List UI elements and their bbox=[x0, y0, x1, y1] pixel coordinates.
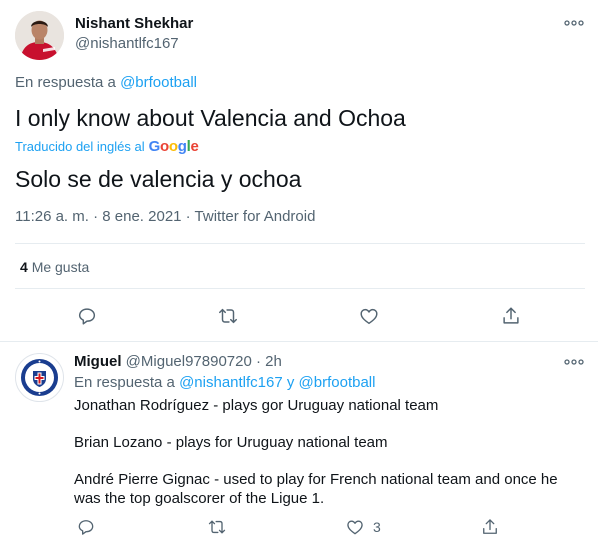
more-icon[interactable] bbox=[563, 15, 585, 31]
reply-context: En respuesta a @nishantlfc167 y @brfootb… bbox=[74, 374, 375, 391]
tweet-meta[interactable]: 11:26 a. m. · 8 ene. 2021 · Twitter for … bbox=[15, 208, 315, 225]
retweet-icon[interactable] bbox=[216, 304, 240, 328]
more-icon[interactable] bbox=[563, 354, 585, 370]
share-icon[interactable] bbox=[499, 304, 523, 328]
reply-header: Miguel @Miguel97890720 · 2h bbox=[74, 353, 282, 370]
translation-label: Traducido del inglés al bbox=[15, 139, 145, 154]
reply-paragraph: André Pierre Gignac - used to play for F… bbox=[74, 471, 558, 507]
author-name[interactable]: Miguel bbox=[74, 353, 122, 370]
reply-text: Jonathan Rodríguez - plays gor Uruguay n… bbox=[74, 396, 574, 508]
likes-summary[interactable]: 4 Me gusta bbox=[20, 259, 89, 275]
reply-paragraph: Jonathan Rodríguez - plays gor Uruguay n… bbox=[74, 397, 439, 414]
heart-icon[interactable] bbox=[343, 515, 367, 539]
likes-count: 4 bbox=[20, 259, 28, 275]
translated-text: Solo se de valencia y ochoa bbox=[15, 166, 302, 192]
main-tweet: Nishant Shekhar @nishantlfc167 En respue… bbox=[0, 0, 598, 342]
mention-links[interactable]: @nishantlfc167 y @brfootball bbox=[179, 374, 375, 391]
club-crest-icon bbox=[17, 355, 62, 400]
translation-attribution[interactable]: Traducido del inglés al Google bbox=[15, 138, 199, 155]
reply-prefix: En respuesta a bbox=[15, 74, 116, 91]
heart-icon[interactable] bbox=[357, 304, 381, 328]
author-handle[interactable]: @nishantlfc167 bbox=[75, 35, 179, 52]
reply-icon[interactable] bbox=[75, 304, 99, 328]
dot-separator: · bbox=[256, 353, 261, 370]
mention-link[interactable]: @brfootball bbox=[120, 74, 197, 91]
reply-prefix: En respuesta a bbox=[74, 374, 175, 391]
divider bbox=[15, 243, 585, 244]
share-icon[interactable] bbox=[478, 515, 502, 539]
retweet-icon[interactable] bbox=[205, 515, 229, 539]
reply-icon[interactable] bbox=[74, 515, 98, 539]
reply-tweet[interactable]: Miguel @Miguel97890720 · 2h En respuesta… bbox=[0, 343, 598, 543]
avatar-image bbox=[15, 11, 64, 60]
google-logo: Google bbox=[148, 138, 199, 155]
author-name[interactable]: Nishant Shekhar bbox=[75, 15, 193, 32]
reply-context: En respuesta a @brfootball bbox=[15, 74, 197, 91]
likes-label: Me gusta bbox=[31, 259, 90, 275]
avatar[interactable] bbox=[15, 353, 64, 402]
divider bbox=[15, 288, 585, 289]
tweet-time[interactable]: 2h bbox=[265, 353, 282, 370]
reply-paragraph: Brian Lozano - plays for Uruguay nationa… bbox=[74, 434, 388, 451]
like-count: 3 bbox=[373, 519, 381, 535]
avatar[interactable] bbox=[15, 11, 64, 60]
tweet-text: I only know about Valencia and Ochoa bbox=[15, 105, 406, 131]
author-handle[interactable]: @Miguel97890720 bbox=[126, 353, 252, 370]
